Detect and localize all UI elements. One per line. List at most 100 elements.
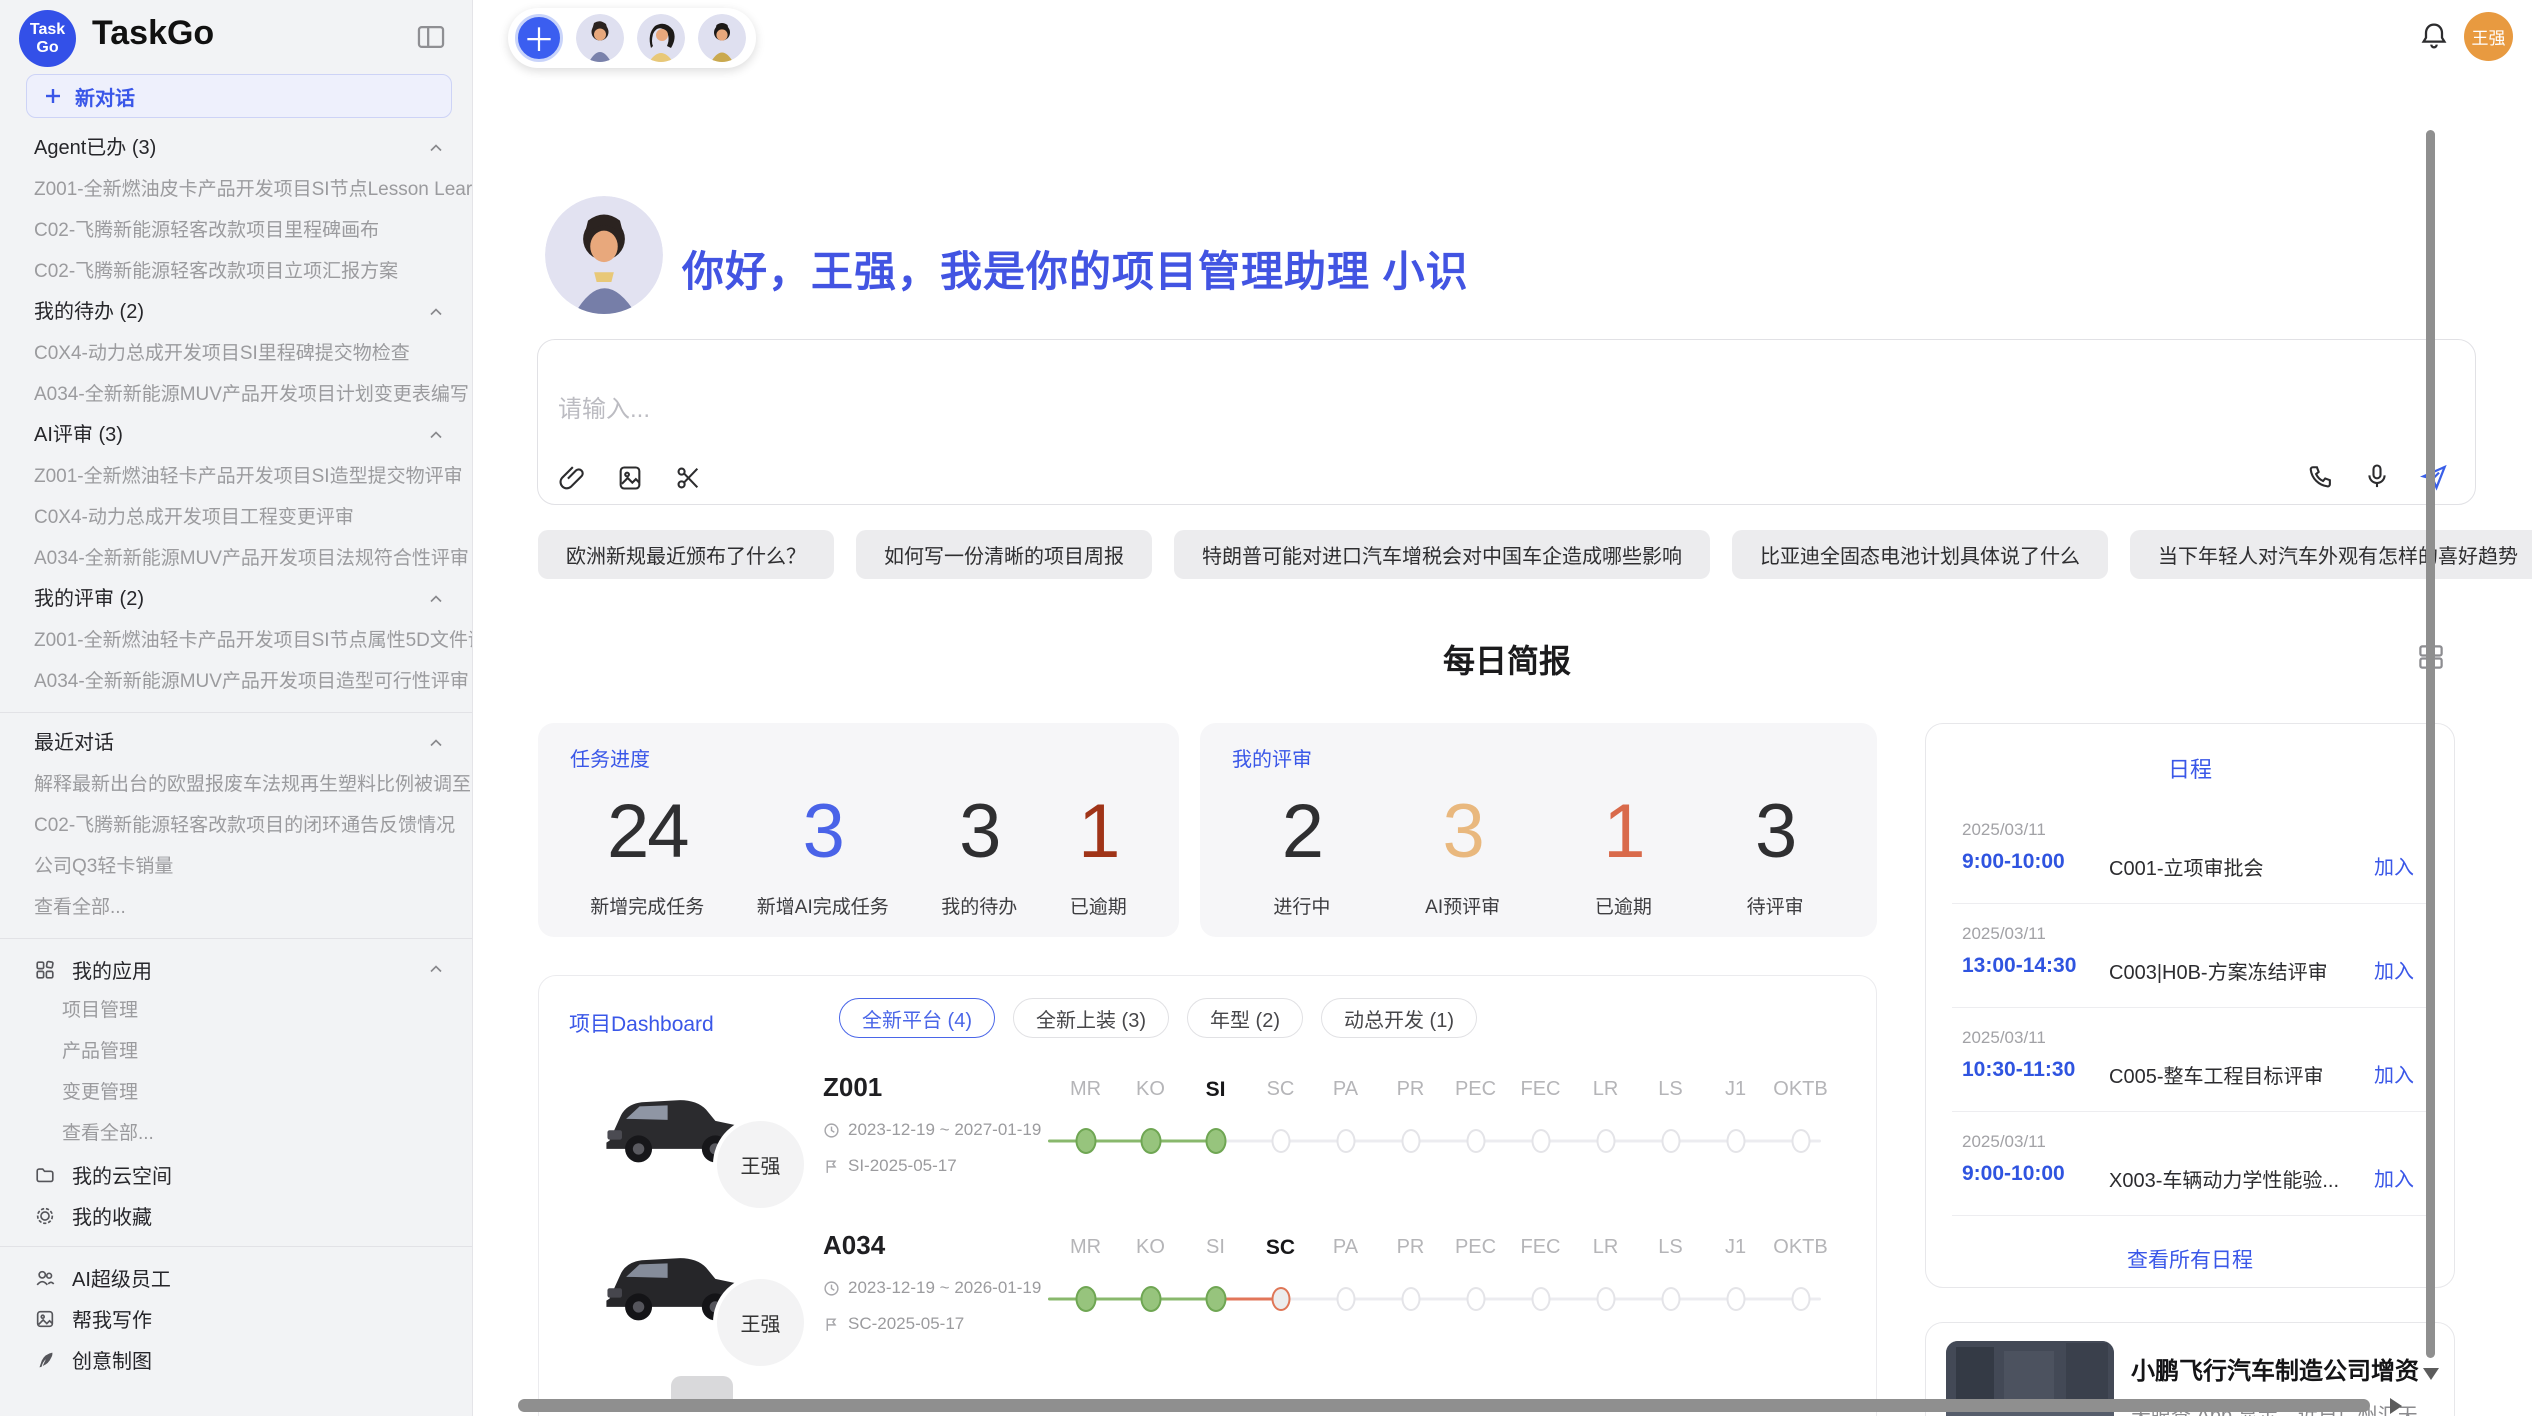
sidebar-collapse-button[interactable] [412, 18, 450, 56]
tab-year-model[interactable]: 年型 (2) [1187, 998, 1303, 1038]
tab-new-body[interactable]: 全新上装 (3) [1013, 998, 1169, 1038]
section-my-todo[interactable]: 我的待办 (2) [0, 292, 472, 333]
milestone-dot[interactable] [1791, 1129, 1810, 1153]
suggestion-chip[interactable]: 特朗普可能对进口汽车增税会对中国车企造成哪些影响 [1174, 530, 1710, 579]
folder-icon [34, 1164, 56, 1186]
section-agent-done[interactable]: Agent已办 (3) [0, 128, 472, 169]
milestone-dot[interactable] [1791, 1287, 1810, 1311]
milestone-dot[interactable] [1531, 1129, 1550, 1153]
scroll-right-arrow[interactable] [2390, 1398, 2402, 1414]
milestone-dot[interactable] [1336, 1287, 1355, 1311]
sidebar-item-help-write[interactable]: 帮我写作 [0, 1298, 472, 1339]
milestone-dot[interactable] [1401, 1287, 1420, 1311]
milestone-label: PR [1378, 1078, 1443, 1102]
app-link-product-mgmt[interactable]: 产品管理 [0, 1031, 472, 1072]
sidebar-task-item[interactable]: Z001-全新燃油轻卡产品开发项目SI节点属性5D文件评审 [0, 620, 472, 661]
sidebar-task-item[interactable]: C02-飞腾新能源轻客改款项目立项汇报方案 [0, 251, 472, 292]
recent-chat-item[interactable]: 解释最新出台的欧盟报废车法规再生塑料比例被调至15%... [0, 764, 472, 805]
sidebar-task-item[interactable]: Z001-全新燃油轻卡产品开发项目SI造型提交物评审 [0, 456, 472, 497]
sidebar-task-item[interactable]: C0X4-动力总成开发项目SI里程碑提交物检查 [0, 333, 472, 374]
agent-avatar[interactable] [637, 14, 685, 62]
sidebar-task-item[interactable]: C02-飞腾新能源轻客改款项目里程碑画布 [0, 210, 472, 251]
milestone-dot[interactable] [1336, 1129, 1355, 1153]
chat-input[interactable] [558, 396, 1958, 424]
project-row[interactable]: 王强 A034 2023-12-19 ~ 2026-01-19 SC-2025-… [539, 1228, 1876, 1360]
tab-powertrain-dev[interactable]: 动总开发 (1) [1321, 998, 1477, 1038]
new-chat-button[interactable]: 新对话 [26, 74, 452, 118]
new-agent-button[interactable]: ＋ [515, 14, 563, 62]
agent-avatar[interactable] [576, 14, 624, 62]
event-date: 2025/03/11 [1962, 1028, 2046, 1048]
section-my-review[interactable]: 我的评审 (2) [0, 579, 472, 620]
view-all-chats[interactable]: 查看全部... [0, 887, 472, 928]
vertical-scrollbar[interactable] [2426, 130, 2435, 1358]
sidebar-task-item[interactable]: Z001-全新燃油皮卡产品开发项目SI节点Lesson Learn报告 [0, 169, 472, 210]
milestone-dot[interactable] [1401, 1129, 1420, 1153]
milestone-dot[interactable] [1205, 1286, 1226, 1312]
recent-chat-item[interactable]: C02-飞腾新能源轻客改款项目的闭环通告反馈情况 [0, 805, 472, 846]
join-button[interactable]: 加入 [2374, 851, 2414, 880]
sidebar-task-item[interactable]: A034-全新新能源MUV产品开发项目法规符合性评审 [0, 538, 472, 579]
tab-all-new-platform[interactable]: 全新平台 (4) [839, 998, 995, 1038]
phone-icon[interactable] [2307, 462, 2335, 490]
recent-chat-item[interactable]: 公司Q3轻卡销量 [0, 846, 472, 887]
suggestion-chip[interactable]: 欧洲新规最近颁布了什么？ [538, 530, 834, 579]
suggestion-chip[interactable]: 当下年轻人对汽车外观有怎样的喜好趋势 [2130, 530, 2532, 579]
join-button[interactable]: 加入 [2374, 1059, 2414, 1088]
image-attach-icon[interactable] [616, 464, 644, 492]
horizontal-scrollbar[interactable] [518, 1399, 2370, 1412]
sidebar-task-item[interactable]: A034-全新新能源MUV产品开发项目计划变更表编写 [0, 374, 472, 415]
join-button[interactable]: 加入 [2374, 955, 2414, 984]
paperclip-icon[interactable] [558, 464, 586, 492]
milestone-dot[interactable] [1661, 1129, 1680, 1153]
sidebar-item-favorites[interactable]: 我的收藏 [0, 1195, 472, 1236]
milestone-dot[interactable] [1075, 1286, 1096, 1312]
view-all-schedule-link[interactable]: 查看所有日程 [1926, 1244, 2454, 1274]
milestone-label: LR [1573, 1078, 1638, 1102]
milestone-dot[interactable] [1271, 1129, 1290, 1153]
app-link-change-mgmt[interactable]: 变更管理 [0, 1072, 472, 1113]
user-avatar[interactable]: 王强 [2464, 12, 2513, 61]
milestone-dot[interactable] [1596, 1287, 1615, 1311]
scroll-down-arrow[interactable] [2423, 1368, 2439, 1380]
milestone-dot[interactable] [1466, 1129, 1485, 1153]
milestone-dot[interactable] [1726, 1287, 1745, 1311]
milestone-dot[interactable] [1205, 1128, 1226, 1154]
sidebar-task-item[interactable]: A034-全新新能源MUV产品开发项目造型可行性评审 [0, 661, 472, 702]
sidebar-item-my-apps[interactable]: 我的应用 [0, 949, 472, 990]
milestone-dot[interactable] [1531, 1287, 1550, 1311]
notifications-bell-icon[interactable] [2418, 20, 2450, 52]
dashboard-title: 项目Dashboard [569, 1008, 714, 1038]
microphone-icon[interactable] [2363, 462, 2391, 490]
sidebar-item-cloud-space[interactable]: 我的云空间 [0, 1154, 472, 1195]
view-all-apps[interactable]: 查看全部... [0, 1113, 472, 1154]
join-button[interactable]: 加入 [2374, 1163, 2414, 1192]
partial-next-project [671, 1376, 733, 1400]
milestone-label: J1 [1703, 1078, 1768, 1102]
sidebar-item-ai-employee[interactable]: AI超级员工 [0, 1257, 472, 1298]
stat-in-progress: 2进行中 [1273, 794, 1330, 919]
section-ai-review[interactable]: AI评审 (3) [0, 415, 472, 456]
milestone-dot[interactable] [1661, 1287, 1680, 1311]
composer-attachments [558, 464, 702, 492]
milestone-dot[interactable] [1140, 1286, 1161, 1312]
sidebar-task-item[interactable]: C0X4-动力总成开发项目工程变更评审 [0, 497, 472, 538]
section-recent-chats[interactable]: 最近对话 [0, 723, 472, 764]
agent-avatar[interactable] [698, 14, 746, 62]
scissors-icon[interactable] [674, 464, 702, 492]
milestone-dot[interactable] [1596, 1129, 1615, 1153]
plus-icon [43, 86, 63, 106]
app-link-project-mgmt[interactable]: 项目管理 [0, 990, 472, 1031]
stat-my-todo: 3我的待办 [941, 794, 1017, 919]
milestone-dot[interactable] [1140, 1128, 1161, 1154]
stat-overdue: 1已逾期 [1595, 794, 1652, 919]
milestone-dot[interactable] [1726, 1129, 1745, 1153]
project-row[interactable]: 王强 Z001 2023-12-19 ~ 2027-01-19 SI-2025-… [539, 1070, 1876, 1202]
milestone-dot[interactable] [1075, 1128, 1096, 1154]
suggestion-chip[interactable]: 如何写一份清晰的项目周报 [856, 530, 1152, 579]
milestone-dot[interactable] [1466, 1287, 1485, 1311]
suggestion-chip[interactable]: 比亚迪全固态电池计划具体说了什么 [1732, 530, 2108, 579]
event-time: 13:00-14:30 [1962, 954, 2076, 978]
milestone-dot[interactable] [1271, 1287, 1290, 1311]
sidebar-item-creative-draw[interactable]: 创意制图 [0, 1339, 472, 1380]
